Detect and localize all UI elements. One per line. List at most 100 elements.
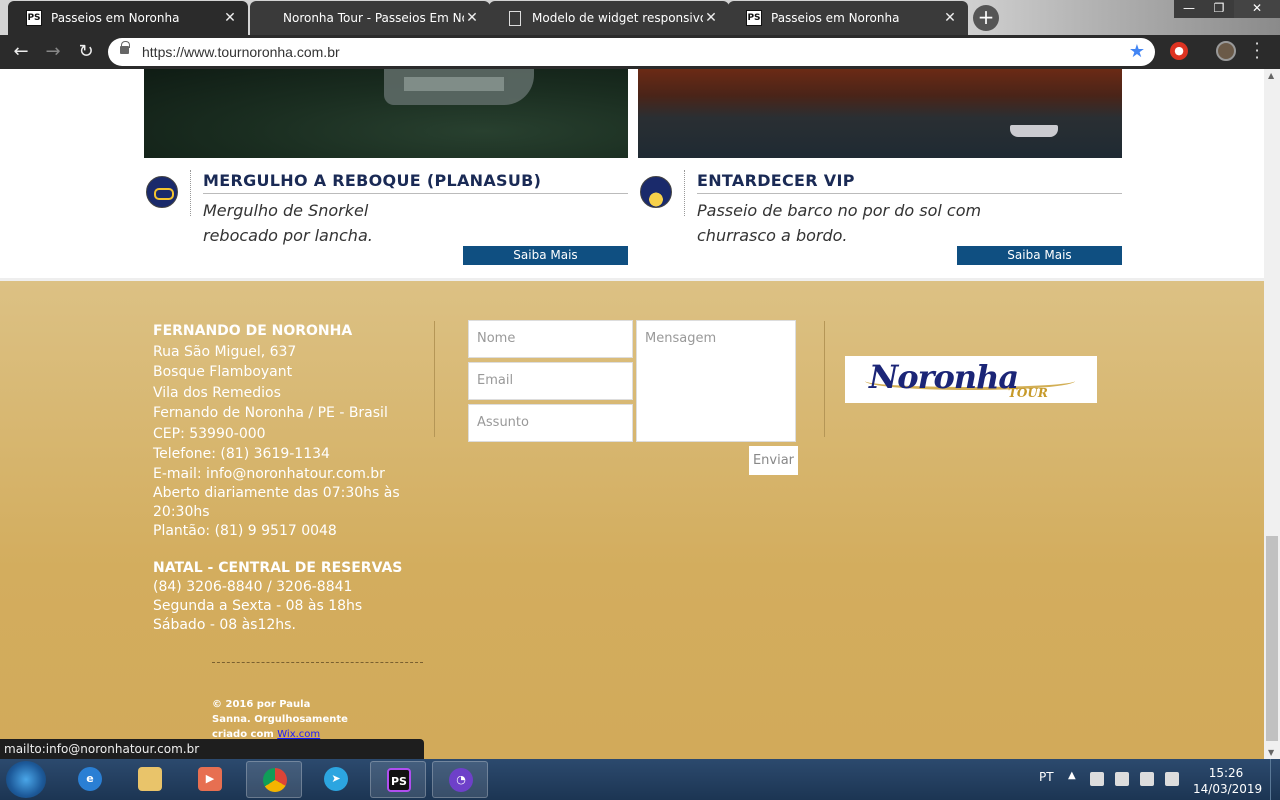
office-title: FERNANDO DE NORONHA <box>153 323 353 339</box>
taskbar-phpstorm[interactable]: PS <box>370 761 426 798</box>
media-player-icon: ▶ <box>198 767 222 791</box>
new-tab-button[interactable]: + <box>973 5 999 31</box>
chrome-menu-icon[interactable]: · · · <box>1252 36 1262 66</box>
document-icon <box>509 10 521 26</box>
folder-icon <box>138 767 162 791</box>
close-icon[interactable]: ✕ <box>464 10 480 26</box>
subject-field[interactable]: Assunto <box>468 404 633 442</box>
language-indicator[interactable]: PT <box>1039 770 1054 784</box>
minimize-button[interactable]: — <box>1174 0 1204 18</box>
browser-toolbar: ← → ↻ https://www.tournoronha.com.br ★ <box>0 35 1280 69</box>
footer-divider <box>434 321 435 437</box>
hours-line: Segunda a Sexta - 08 às 18hs <box>153 597 363 614</box>
ps-icon: PS <box>746 10 762 26</box>
address-line: Bosque Flamboyant <box>153 364 293 380</box>
tray-flag-icon[interactable] <box>1090 772 1104 786</box>
github-icon: ◔ <box>449 768 473 792</box>
logo-word: Noronha <box>869 358 1019 396</box>
planasub-photo[interactable] <box>144 69 628 158</box>
plantao-line: Plantão: (81) 9 9517 0048 <box>153 522 337 539</box>
tray-expand-icon[interactable]: ▲ <box>1068 770 1076 781</box>
close-icon[interactable]: ✕ <box>942 10 958 26</box>
address-line: Vila dos Remedios <box>153 384 281 401</box>
message-field[interactable]: Mensagem <box>636 320 796 442</box>
lock-icon <box>120 41 130 54</box>
tab-noronha-tour[interactable]: Noronha Tour - Passeios Em Noronha ✕ <box>250 1 490 35</box>
extension-icon[interactable]: ● <box>1170 42 1188 60</box>
telegram-icon: ➤ <box>324 767 348 791</box>
name-field[interactable]: Nome <box>468 320 633 358</box>
tab-label: Noronha Tour - Passeios Em Noronha <box>283 11 464 25</box>
url-text[interactable]: https://www.tournoronha.com.br <box>142 44 340 60</box>
tab-label: Passeios em Noronha <box>771 11 900 25</box>
title-underline <box>203 193 628 194</box>
profile-avatar[interactable] <box>1216 41 1236 61</box>
taskbar-internet-explorer[interactable]: e <box>62 761 118 798</box>
tab-passeios-2[interactable]: PS Passeios em Noronha ✕ <box>728 1 968 35</box>
restore-button[interactable]: ❐ <box>1204 0 1234 18</box>
taskbar-telegram[interactable]: ➤ <box>308 761 364 798</box>
tab-modelo-widget[interactable]: Modelo de widget responsivo pl ✕ <box>489 1 729 35</box>
saiba-mais-button[interactable]: Saiba Mais <box>463 246 628 265</box>
card-divider <box>190 170 191 216</box>
taskbar-file-explorer[interactable] <box>122 761 178 798</box>
hours-line: Aberto diariamente das 07:30hs às 20:30h… <box>153 484 400 520</box>
card-divider <box>684 170 685 216</box>
address-line: CEP: 53990-000 <box>153 425 266 442</box>
browser-titlebar: PS Passeios em Noronha ✕ Noronha Tour - … <box>0 0 1280 35</box>
taskbar-media-player[interactable]: ▶ <box>182 761 238 798</box>
footer-dashed-divider <box>212 662 423 663</box>
tab-label: Modelo de widget responsivo pl <box>532 11 703 25</box>
site-footer: FERNANDO DE NORONHA Rua São Miguel, 637 … <box>0 278 1264 759</box>
windows-taskbar: e ▶ ➤ PS ◔ PT ▲ 15:26 14/03/2019 <box>0 759 1280 800</box>
card-title[interactable]: ENTARDECER VIP <box>697 171 855 190</box>
tray-volume-icon[interactable] <box>1165 772 1179 786</box>
card-description: Passeio de barco no por do sol com churr… <box>697 201 982 245</box>
close-icon[interactable]: ✕ <box>222 10 238 26</box>
bookmark-star-icon[interactable]: ★ <box>1129 41 1145 62</box>
back-arrow-icon[interactable]: ← <box>8 39 34 65</box>
address-line: Fernando de Noronha / PE - Brasil <box>153 405 388 421</box>
tray-network-icon[interactable] <box>1140 772 1154 786</box>
noronha-tour-logo[interactable]: Noronha TOUR <box>845 356 1097 403</box>
snorkel-mask-icon <box>146 176 178 208</box>
sunset-icon <box>640 176 672 208</box>
send-button[interactable]: Enviar <box>749 446 798 475</box>
email-field[interactable]: Email <box>468 362 633 400</box>
system-clock[interactable]: 15:26 14/03/2019 <box>1193 765 1263 797</box>
start-button[interactable] <box>6 761 46 798</box>
entardecer-photo[interactable] <box>638 69 1122 158</box>
email-link[interactable]: E-mail: info@noronhatour.com.br <box>153 465 413 484</box>
ps-icon: PS <box>26 10 42 26</box>
tray-power-icon[interactable] <box>1115 772 1129 786</box>
close-window-button[interactable]: ✕ <box>1234 0 1280 18</box>
footer-divider <box>824 321 825 437</box>
scroll-up-icon[interactable]: ▲ <box>1268 71 1274 80</box>
hours-line: Sábado - 08 às12hs. <box>153 616 296 633</box>
logo-sub: TOUR <box>1008 386 1048 400</box>
phpstorm-icon: PS <box>387 768 411 792</box>
tab-passeios-1[interactable]: PS Passeios em Noronha ✕ <box>8 1 248 35</box>
close-icon[interactable]: ✕ <box>703 10 719 26</box>
chrome-icon <box>263 768 287 792</box>
page-scrollbar[interactable]: ▲ ▼ <box>1264 69 1280 759</box>
tab-label: Passeios em Noronha <box>51 11 180 25</box>
taskbar-github-desktop[interactable]: ◔ <box>432 761 488 798</box>
office-title: NATAL - CENTRAL DE RESERVAS <box>153 559 403 576</box>
window-controls: — ❐ ✕ <box>1174 0 1280 18</box>
status-bar-link: mailto:info@noronhatour.com.br <box>0 739 424 759</box>
reload-icon[interactable]: ↻ <box>73 39 99 65</box>
taskbar-chrome[interactable] <box>246 761 302 798</box>
phone-line: (84) 3206-8840 / 3206-8841 <box>153 578 353 595</box>
page-viewport: MERGULHO A REBOQUE (PLANASUB) Mergulho d… <box>0 69 1264 759</box>
forward-arrow-icon[interactable]: → <box>40 39 66 65</box>
internet-explorer-icon: e <box>78 767 102 791</box>
clock-date: 14/03/2019 <box>1193 782 1263 796</box>
scroll-thumb[interactable] <box>1266 536 1278 741</box>
scroll-down-icon[interactable]: ▼ <box>1268 748 1274 757</box>
card-title[interactable]: MERGULHO A REBOQUE (PLANASUB) <box>203 171 541 190</box>
saiba-mais-button[interactable]: Saiba Mais <box>957 246 1122 265</box>
copyright-text: © 2016 por Paula Sanna. Orgulhosamente c… <box>212 697 352 742</box>
address-bar[interactable]: https://www.tournoronha.com.br ★ <box>108 38 1155 66</box>
show-desktop-button[interactable] <box>1270 759 1280 800</box>
